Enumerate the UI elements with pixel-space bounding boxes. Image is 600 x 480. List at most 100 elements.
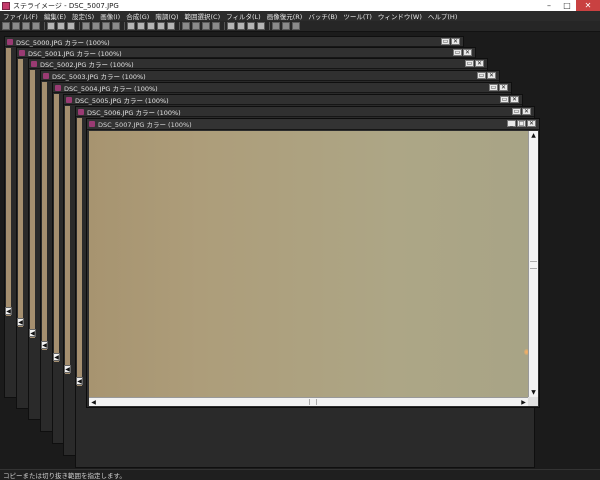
document-icon [31,60,37,67]
document-icon [55,84,61,91]
zoom-in-icon[interactable] [102,22,110,30]
document-controls: ▭ ✕ [499,96,519,103]
document-label: DSC_5003.JPG カラー (100%) [52,72,146,81]
restore-button[interactable]: ▭ [441,38,450,45]
menu-edit[interactable]: 編集(E) [41,11,69,21]
menu-tools[interactable]: ツール(T) [340,11,375,21]
close-button[interactable]: ✕ [463,49,472,56]
maximize-window-button[interactable]: □ [558,0,576,11]
crop-icon[interactable] [227,22,235,30]
scroll-left-button[interactable]: ◀ [53,353,60,361]
close-button[interactable]: ✕ [475,60,484,67]
color-icon[interactable] [212,22,220,30]
redo-icon[interactable] [92,22,100,30]
toolbar [0,21,600,32]
scroll-left-button[interactable]: ◀ [41,341,48,349]
print-icon[interactable] [32,22,40,30]
image-canvas[interactable] [89,131,529,397]
menu-batch[interactable]: バッチ(B) [305,11,340,21]
maximize-button[interactable]: □ [517,120,526,127]
vertical-scroll-thumb[interactable] [530,261,537,269]
resize-icon[interactable] [257,22,265,30]
app-title: ステライメージ - DSC_5007.JPG [13,1,119,10]
menu-image[interactable]: 画像(I) [97,11,123,21]
document-controls: ▭ ✕ [440,38,460,45]
menu-selection[interactable]: 範囲選択(C) [182,11,224,21]
document-title-bar[interactable]: DSC_5000.JPG カラー (100%) ▭ ✕ [5,37,463,47]
scroll-left-button[interactable]: ◀ [64,365,71,373]
scroll-left-button[interactable]: ◀ [29,329,36,337]
close-button[interactable]: ✕ [522,108,531,115]
select-icon[interactable] [292,22,300,30]
document-icon [7,38,13,45]
cut-icon[interactable] [47,22,55,30]
menu-composite[interactable]: 合成(G) [123,11,152,21]
histogram-icon[interactable] [127,22,135,30]
scroll-left-button[interactable]: ◀ [89,398,98,406]
close-button[interactable]: ✕ [451,38,460,45]
menu-filter[interactable]: フィルタ(L) [223,11,264,21]
vertical-scrollbar[interactable]: ▲ ▼ [528,131,538,397]
document-title-bar[interactable]: DSC_5005.JPG カラー (100%) ▭ ✕ [64,95,522,105]
menu-settings[interactable]: 設定(S) [69,11,97,21]
toolbar-divider [269,22,270,30]
rotate-icon[interactable] [237,22,245,30]
undo-icon[interactable] [82,22,90,30]
zoom-out-icon[interactable] [112,22,120,30]
active-document-label: DSC_5007.JPG カラー (100%) [98,121,192,129]
scroll-left-button[interactable]: ◀ [5,307,12,315]
close-button[interactable]: ✕ [510,96,519,103]
horizontal-scrollbar[interactable]: ◀ ▶ [89,397,528,406]
layers-icon[interactable] [182,22,190,30]
flip-icon[interactable] [247,22,255,30]
menu-restore[interactable]: 画像復元(R) [264,11,306,21]
restore-button[interactable]: ▭ [500,96,509,103]
star-icon[interactable] [167,22,175,30]
image-preview-strip [18,59,23,327]
scroll-left-button[interactable]: ◀ [76,377,83,385]
save-file-icon[interactable] [22,22,30,30]
curves-icon[interactable] [147,22,155,30]
document-icon [66,96,72,103]
scroll-corner [528,397,538,406]
new-file-icon[interactable] [2,22,10,30]
scroll-right-button[interactable]: ▶ [519,398,528,406]
info-icon[interactable] [272,22,280,30]
document-title-bar[interactable]: DSC_5004.JPG カラー (100%) ▭ ✕ [53,83,511,93]
document-title-bar[interactable]: DSC_5003.JPG カラー (100%) ▭ ✕ [41,71,499,81]
active-document-title-bar[interactable]: DSC_5007.JPG カラー (100%) _ □ ✕ [87,119,539,130]
measure-icon[interactable] [282,22,290,30]
document-label: DSC_5001.JPG カラー (100%) [28,49,122,58]
stack-icon[interactable] [192,22,200,30]
align-icon[interactable] [202,22,210,30]
grid-icon[interactable] [157,22,165,30]
open-file-icon[interactable] [12,22,20,30]
close-button[interactable]: ✕ [487,72,496,79]
horizontal-scroll-thumb[interactable] [309,399,317,405]
scroll-down-button[interactable]: ▼ [529,388,538,397]
menu-help[interactable]: ヘルプ(H) [425,11,460,21]
levels-icon[interactable] [137,22,145,30]
document-title-bar[interactable]: DSC_5001.JPG カラー (100%) ▭ ✕ [17,48,475,58]
menu-window[interactable]: ウィンドウ(W) [375,11,425,21]
restore-button[interactable]: ▭ [465,60,474,67]
paste-icon[interactable] [67,22,75,30]
copy-icon[interactable] [57,22,65,30]
close-window-button[interactable]: ✕ [576,0,600,11]
active-document-window[interactable]: DSC_5007.JPG カラー (100%) _ □ ✕ ▲ ▼ ◀ ▶ [86,118,540,408]
restore-button[interactable]: ▭ [489,84,498,91]
menu-file[interactable]: ファイル(F) [0,11,41,21]
scroll-up-button[interactable]: ▲ [529,131,538,140]
toolbar-divider [44,22,45,30]
scroll-left-button[interactable]: ◀ [17,318,24,326]
close-button[interactable]: ✕ [499,84,508,91]
minimize-window-button[interactable]: – [540,0,558,11]
restore-button[interactable]: ▭ [512,108,521,115]
restore-button[interactable]: ▭ [453,49,462,56]
document-title-bar[interactable]: DSC_5006.JPG カラー (100%) ▭ ✕ [76,107,534,117]
document-title-bar[interactable]: DSC_5002.JPG カラー (100%) ▭ ✕ [29,59,487,69]
menu-levels[interactable]: 階調(Q) [152,11,181,21]
close-button[interactable]: ✕ [527,120,536,127]
restore-button[interactable]: ▭ [477,72,486,79]
minimize-button[interactable]: _ [507,120,516,127]
